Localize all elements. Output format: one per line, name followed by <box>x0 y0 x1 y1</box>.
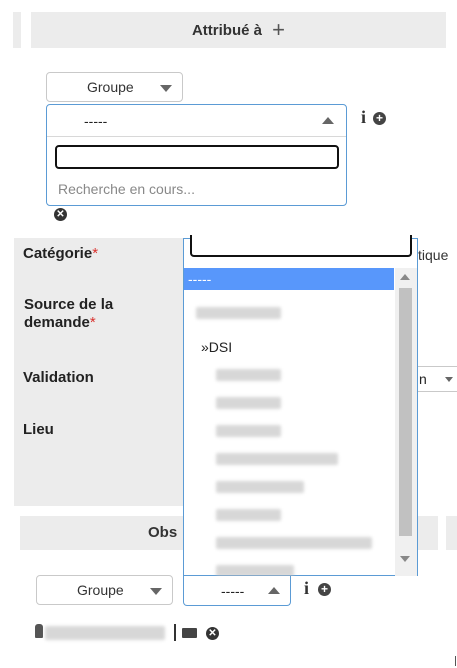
blurred-text <box>216 565 294 576</box>
observer-type-value: Groupe <box>77 582 124 598</box>
mail-icon[interactable] <box>182 628 197 638</box>
dropdown-option-blurred[interactable] <box>184 302 394 324</box>
validation-select-fragment[interactable]: n <box>414 366 457 392</box>
actor-search-input[interactable] <box>55 145 339 169</box>
observer-title: Obs <box>148 524 178 541</box>
assigned-title: Attribué à <box>191 22 262 39</box>
blurred-text <box>216 369 281 381</box>
chevron-up-icon <box>268 587 280 594</box>
dropdown-option-blurred[interactable] <box>184 476 394 498</box>
dropdown-option-blurred[interactable] <box>184 532 394 554</box>
observer-name-blurred <box>45 626 165 640</box>
category-dropdown[interactable]: ----- »DSI <box>183 235 418 576</box>
observer-header-right <box>418 516 438 550</box>
validation-select-value: n <box>419 371 427 387</box>
observer-type-select[interactable]: Groupe <box>36 575 173 605</box>
highlighted-option-text: ----- <box>188 271 212 287</box>
blurred-text <box>196 307 281 319</box>
observer-header-edge <box>446 516 457 550</box>
dropdown-option-entity[interactable]: »DSI <box>184 336 394 358</box>
location-label: Lieu <box>23 421 54 438</box>
dropdown-option-blurred[interactable] <box>184 392 394 414</box>
dropdown-option-blurred[interactable] <box>184 364 394 386</box>
assigned-header: Attribué à + <box>31 12 446 48</box>
blurred-text <box>216 481 304 493</box>
category-select-fragment[interactable]: tique <box>418 247 448 263</box>
scrollbar-thumb[interactable] <box>399 288 412 536</box>
source-label: Source de la demande* <box>24 296 174 332</box>
observer-add-icon[interactable]: + <box>318 583 331 596</box>
source-label-text: Source de la demande <box>24 296 114 331</box>
dropdown-option-blurred[interactable] <box>184 504 394 526</box>
category-label-text: Catégorie <box>23 245 93 262</box>
separator <box>174 624 176 641</box>
blurred-text <box>216 453 338 465</box>
assign-actor-value: ----- <box>84 113 108 129</box>
category-label: Catégorie* <box>23 245 98 262</box>
blurred-text <box>216 537 372 549</box>
assign-type-select[interactable]: Groupe <box>46 72 183 102</box>
observer-header: Obs <box>20 516 183 550</box>
assign-actor-current: ----- <box>47 105 346 137</box>
info-icon[interactable]: i <box>361 107 366 128</box>
dropdown-option-blurred[interactable] <box>184 420 394 442</box>
add-actor-icon[interactable]: + <box>373 112 386 125</box>
dropdown-search-input[interactable] <box>190 235 412 257</box>
scroll-up-arrow[interactable] <box>400 274 410 280</box>
chevron-down-icon <box>445 377 453 382</box>
observer-info-icon[interactable]: i <box>304 578 309 599</box>
left-edge-band <box>13 12 21 48</box>
blurred-text <box>216 509 281 521</box>
required-mark: * <box>89 314 96 331</box>
dropdown-option-blurred[interactable] <box>184 448 394 470</box>
chevron-up-icon <box>322 117 334 124</box>
search-status: Recherche en cours... <box>58 181 195 197</box>
validation-label: Validation <box>23 369 94 386</box>
required-mark: * <box>92 245 99 262</box>
dropdown-scrollbar[interactable] <box>395 268 417 576</box>
add-assignee-icon[interactable]: + <box>272 17 285 42</box>
blurred-text <box>216 397 281 409</box>
chevron-down-icon <box>150 588 162 595</box>
observer-actor-value: ----- <box>221 583 245 599</box>
dropdown-list: ----- »DSI <box>184 268 394 576</box>
entity-option-text: »DSI <box>201 339 233 355</box>
dropdown-option-highlighted[interactable]: ----- <box>184 268 394 290</box>
observer-user-icon <box>35 624 43 638</box>
dropdown-option-blurred[interactable] <box>184 560 394 576</box>
observer-actor-select[interactable]: ----- <box>183 576 291 606</box>
edge-tick <box>455 656 456 666</box>
assign-actor-select[interactable]: ----- Recherche en cours... <box>46 104 347 206</box>
assign-type-value: Groupe <box>87 79 134 95</box>
blurred-text <box>216 425 281 437</box>
remove-actor-icon[interactable]: ✕ <box>54 208 67 221</box>
scroll-down-arrow[interactable] <box>400 556 410 562</box>
chevron-down-icon <box>160 85 172 92</box>
remove-observer-icon[interactable]: ✕ <box>206 627 219 640</box>
